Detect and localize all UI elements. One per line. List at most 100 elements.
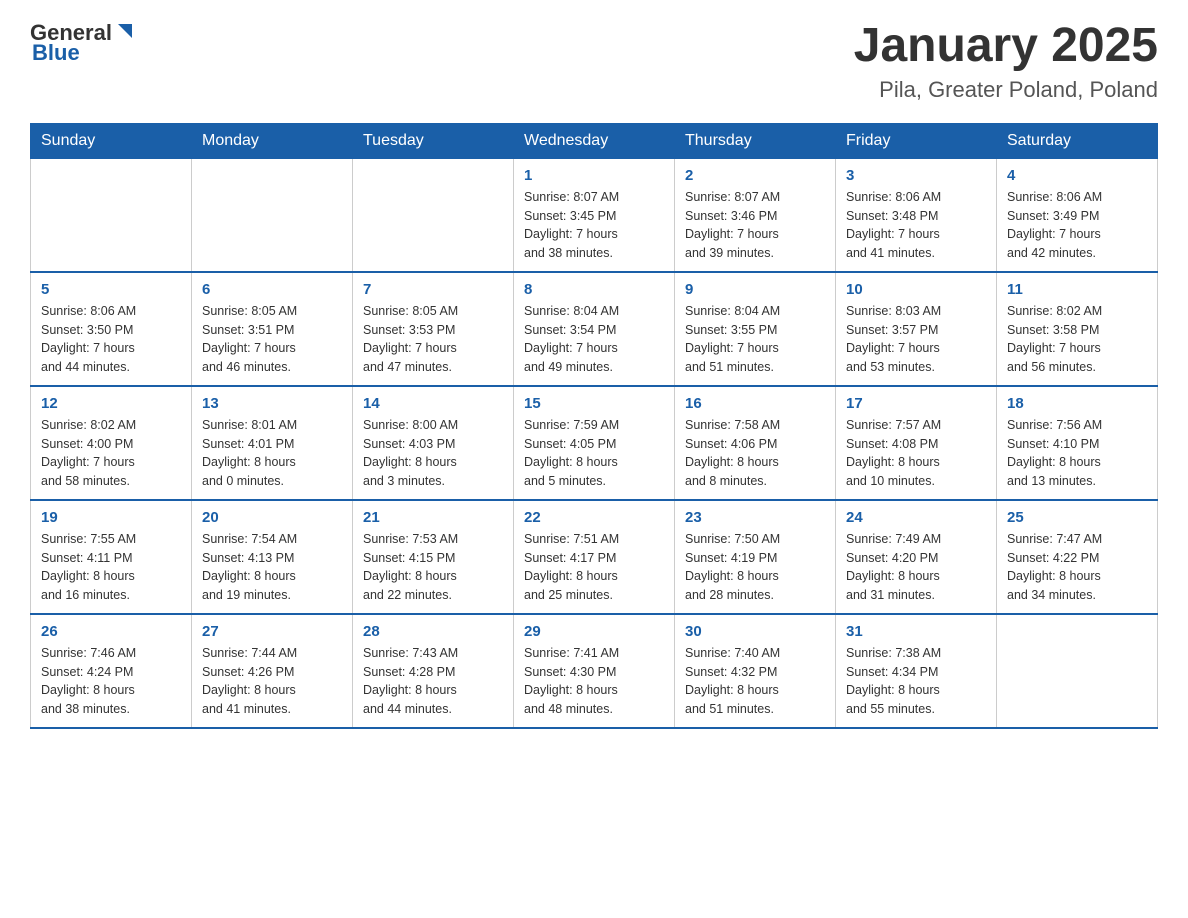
calendar-cell: 22Sunrise: 7:51 AM Sunset: 4:17 PM Dayli…: [514, 500, 675, 614]
day-info: Sunrise: 7:47 AM Sunset: 4:22 PM Dayligh…: [1007, 530, 1147, 605]
calendar-body: 1 Sunrise: 8:07 AM Sunset: 3:45 PM Daylig…: [31, 158, 1158, 728]
weekday-header-saturday: Saturday: [997, 123, 1158, 158]
day-number: 18: [1007, 395, 1147, 412]
day-info: Sunrise: 8:07 AM Sunset: 3:46 PM Dayligh…: [685, 188, 825, 263]
calendar-cell: 21 Sunrise: 7:53 AM Sunset: 4:15 PM Dayli…: [353, 500, 514, 614]
calendar-cell: 7 Sunrise: 8:05 AM Sunset: 3:53 PM Daylig…: [353, 272, 514, 386]
day-number: 15: [524, 395, 664, 412]
calendar-cell: 19 Sunrise: 7:55 AM Sunset: 4:11 PM Dayli…: [31, 500, 192, 614]
day-number: 28: [363, 623, 503, 640]
calendar-title: January 2025: [854, 20, 1158, 73]
day-info: Sunrise: 8:01 AM Sunset: 4:01 PM Dayligh…: [202, 416, 342, 491]
day-info: Sunrise: 7:57 AM Sunset: 4:08 PM Dayligh…: [846, 416, 986, 491]
weekday-header-friday: Friday: [836, 123, 997, 158]
day-number: 9: [685, 281, 825, 298]
calendar-cell: 8Sunrise: 8:04 AM Sunset: 3:54 PM Daylig…: [514, 272, 675, 386]
day-info: Sunrise: 7:58 AM Sunset: 4:06 PM Dayligh…: [685, 416, 825, 491]
weekday-header-row: SundayMondayTuesdayWednesdayThursdayFrid…: [31, 123, 1158, 158]
calendar-cell: [353, 158, 514, 272]
day-number: 4: [1007, 167, 1147, 184]
day-number: 22: [524, 509, 664, 526]
calendar-cell: 29Sunrise: 7:41 AM Sunset: 4:30 PM Dayli…: [514, 614, 675, 728]
week-row-3: 12 Sunrise: 8:02 AM Sunset: 4:00 PM Dayli…: [31, 386, 1158, 500]
calendar-cell: 15 Sunrise: 7:59 AM Sunset: 4:05 PM Dayli…: [514, 386, 675, 500]
day-number: 5: [41, 281, 181, 298]
day-info: Sunrise: 8:04 AM Sunset: 3:55 PM Dayligh…: [685, 302, 825, 377]
day-info: Sunrise: 7:38 AM Sunset: 4:34 PM Dayligh…: [846, 644, 986, 719]
calendar-subtitle: Pila, Greater Poland, Poland: [854, 77, 1158, 103]
calendar-cell: 12 Sunrise: 8:02 AM Sunset: 4:00 PM Dayli…: [31, 386, 192, 500]
day-info: Sunrise: 7:49 AM Sunset: 4:20 PM Dayligh…: [846, 530, 986, 605]
day-number: 1: [524, 167, 664, 184]
day-number: 30: [685, 623, 825, 640]
day-number: 27: [202, 623, 342, 640]
day-number: 8: [524, 281, 664, 298]
calendar-cell: 3 Sunrise: 8:06 AM Sunset: 3:48 PM Daylig…: [836, 158, 997, 272]
calendar-cell: [31, 158, 192, 272]
day-info: Sunrise: 7:40 AM Sunset: 4:32 PM Dayligh…: [685, 644, 825, 719]
calendar-cell: [192, 158, 353, 272]
day-number: 26: [41, 623, 181, 640]
day-number: 12: [41, 395, 181, 412]
day-number: 7: [363, 281, 503, 298]
calendar-cell: 18 Sunrise: 7:56 AM Sunset: 4:10 PM Dayli…: [997, 386, 1158, 500]
calendar-cell: 4Sunrise: 8:06 AM Sunset: 3:49 PM Daylig…: [997, 158, 1158, 272]
day-info: Sunrise: 7:59 AM Sunset: 4:05 PM Dayligh…: [524, 416, 664, 491]
weekday-header-tuesday: Tuesday: [353, 123, 514, 158]
week-row-2: 5 Sunrise: 8:06 AM Sunset: 3:50 PM Daylig…: [31, 272, 1158, 386]
day-info: Sunrise: 7:53 AM Sunset: 4:15 PM Dayligh…: [363, 530, 503, 605]
day-number: 16: [685, 395, 825, 412]
day-number: 19: [41, 509, 181, 526]
calendar-cell: 9 Sunrise: 8:04 AM Sunset: 3:55 PM Daylig…: [675, 272, 836, 386]
day-number: 3: [846, 167, 986, 184]
day-info: Sunrise: 7:56 AM Sunset: 4:10 PM Dayligh…: [1007, 416, 1147, 491]
day-number: 6: [202, 281, 342, 298]
day-info: Sunrise: 8:03 AM Sunset: 3:57 PM Dayligh…: [846, 302, 986, 377]
day-info: Sunrise: 8:05 AM Sunset: 3:53 PM Dayligh…: [363, 302, 503, 377]
day-number: 23: [685, 509, 825, 526]
calendar-cell: 13Sunrise: 8:01 AM Sunset: 4:01 PM Dayli…: [192, 386, 353, 500]
day-number: 25: [1007, 509, 1147, 526]
calendar-cell: 30 Sunrise: 7:40 AM Sunset: 4:32 PM Dayli…: [675, 614, 836, 728]
calendar-cell: 20 Sunrise: 7:54 AM Sunset: 4:13 PM Dayli…: [192, 500, 353, 614]
calendar-cell: 24Sunrise: 7:49 AM Sunset: 4:20 PM Dayli…: [836, 500, 997, 614]
day-info: Sunrise: 7:55 AM Sunset: 4:11 PM Dayligh…: [41, 530, 181, 605]
day-info: Sunrise: 8:02 AM Sunset: 3:58 PM Dayligh…: [1007, 302, 1147, 377]
day-info: Sunrise: 8:02 AM Sunset: 4:00 PM Dayligh…: [41, 416, 181, 491]
day-number: 20: [202, 509, 342, 526]
day-info: Sunrise: 8:07 AM Sunset: 3:45 PM Dayligh…: [524, 188, 664, 263]
calendar-cell: 1 Sunrise: 8:07 AM Sunset: 3:45 PM Daylig…: [514, 158, 675, 272]
day-info: Sunrise: 7:41 AM Sunset: 4:30 PM Dayligh…: [524, 644, 664, 719]
calendar-cell: 28 Sunrise: 7:43 AM Sunset: 4:28 PM Dayli…: [353, 614, 514, 728]
page-header: General Blue January 2025 Pila, Greater …: [30, 20, 1158, 103]
day-number: 17: [846, 395, 986, 412]
day-info: Sunrise: 8:00 AM Sunset: 4:03 PM Dayligh…: [363, 416, 503, 491]
calendar-cell: 16 Sunrise: 7:58 AM Sunset: 4:06 PM Dayli…: [675, 386, 836, 500]
day-info: Sunrise: 7:46 AM Sunset: 4:24 PM Dayligh…: [41, 644, 181, 719]
calendar-cell: 27Sunrise: 7:44 AM Sunset: 4:26 PM Dayli…: [192, 614, 353, 728]
day-number: 11: [1007, 281, 1147, 298]
weekday-header-wednesday: Wednesday: [514, 123, 675, 158]
logo-triangle-icon: [114, 20, 136, 42]
day-info: Sunrise: 8:06 AM Sunset: 3:50 PM Dayligh…: [41, 302, 181, 377]
calendar-cell: 17 Sunrise: 7:57 AM Sunset: 4:08 PM Dayli…: [836, 386, 997, 500]
day-number: 31: [846, 623, 986, 640]
calendar-cell: 2Sunrise: 8:07 AM Sunset: 3:46 PM Daylig…: [675, 158, 836, 272]
logo: General Blue: [30, 20, 136, 66]
calendar-cell: 25 Sunrise: 7:47 AM Sunset: 4:22 PM Dayli…: [997, 500, 1158, 614]
title-section: January 2025 Pila, Greater Poland, Polan…: [854, 20, 1158, 103]
calendar-cell: 10 Sunrise: 8:03 AM Sunset: 3:57 PM Dayli…: [836, 272, 997, 386]
calendar-cell: 31 Sunrise: 7:38 AM Sunset: 4:34 PM Dayli…: [836, 614, 997, 728]
calendar-header: SundayMondayTuesdayWednesdayThursdayFrid…: [31, 123, 1158, 158]
calendar-cell: 6 Sunrise: 8:05 AM Sunset: 3:51 PM Daylig…: [192, 272, 353, 386]
day-info: Sunrise: 7:43 AM Sunset: 4:28 PM Dayligh…: [363, 644, 503, 719]
day-number: 14: [363, 395, 503, 412]
day-info: Sunrise: 8:05 AM Sunset: 3:51 PM Dayligh…: [202, 302, 342, 377]
day-info: Sunrise: 7:50 AM Sunset: 4:19 PM Dayligh…: [685, 530, 825, 605]
day-number: 10: [846, 281, 986, 298]
weekday-header-monday: Monday: [192, 123, 353, 158]
day-info: Sunrise: 8:06 AM Sunset: 3:48 PM Dayligh…: [846, 188, 986, 263]
day-info: Sunrise: 7:54 AM Sunset: 4:13 PM Dayligh…: [202, 530, 342, 605]
calendar-cell: 26 Sunrise: 7:46 AM Sunset: 4:24 PM Dayli…: [31, 614, 192, 728]
day-number: 21: [363, 509, 503, 526]
